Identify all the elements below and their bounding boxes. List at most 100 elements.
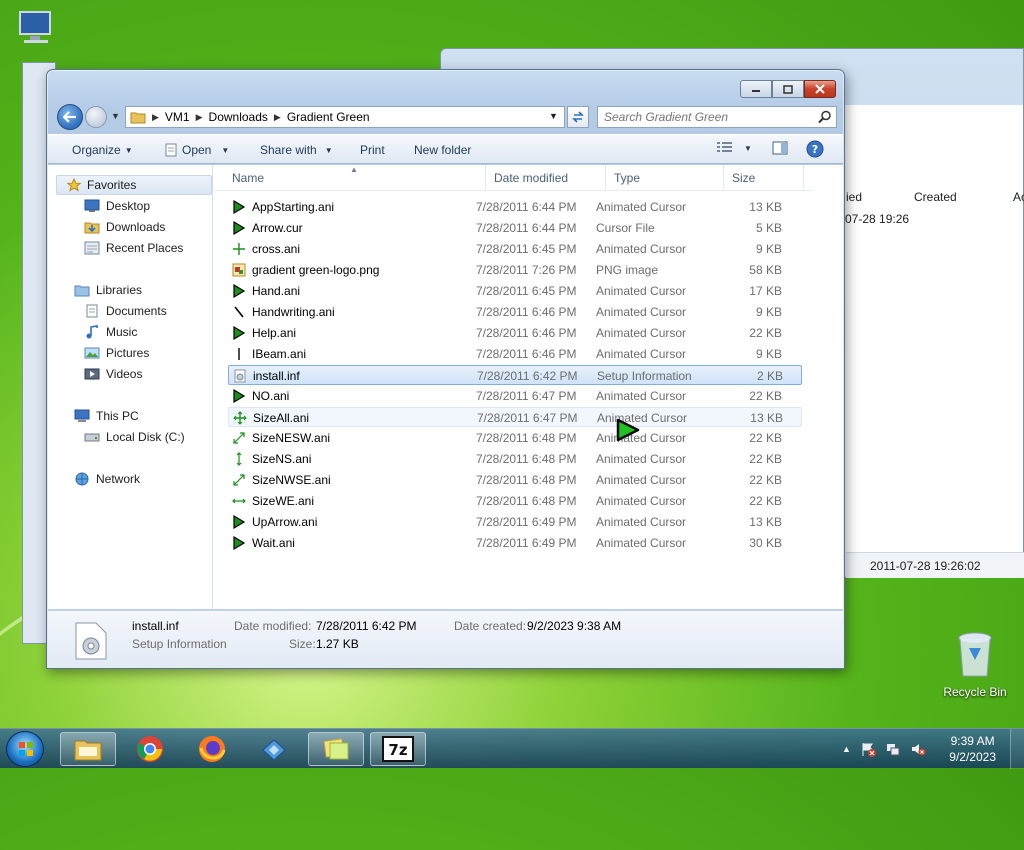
nav-music-label: Music	[106, 325, 138, 339]
clock[interactable]: 9:39 AM 9/2/2023	[949, 733, 996, 765]
file-name-cell: SizeNS.ani	[252, 452, 312, 466]
action-center-flag-icon[interactable]	[860, 741, 876, 757]
table-row[interactable]: Wait.ani 7/28/2011 6:49 PM Animated Cursor…	[228, 533, 802, 553]
recycle-bin[interactable]: Recycle Bin	[940, 630, 1010, 699]
nav-recent-places[interactable]: Recent Places	[84, 238, 183, 258]
table-row[interactable]: AppStarting.ani 7/28/2011 6:44 PM Animated…	[228, 197, 802, 217]
breadcrumb-vm1[interactable]: VM1	[165, 110, 190, 124]
table-row[interactable]: SizeAll.ani 7/28/2011 6:47 PM Animated Cur…	[228, 407, 802, 427]
column-name[interactable]: Name	[224, 165, 486, 191]
table-row[interactable]: install.inf 7/28/2011 6:42 PM Setup Inform…	[228, 365, 802, 385]
details-modified-label: Date modified:	[234, 619, 312, 633]
explorer-window[interactable]: ▼ ▶ VM1 ▶ Downloads ▶ Gradient Green ▼ O…	[46, 69, 845, 669]
mouse-cursor-icon	[616, 418, 640, 442]
file-type-cell: Animated Cursor	[596, 536, 687, 550]
file-size-cell: 30 KB	[749, 536, 782, 550]
column-size[interactable]: Size	[724, 165, 804, 191]
network-status-icon[interactable]	[885, 741, 901, 757]
nav-network[interactable]: Network	[74, 469, 140, 489]
resize-diagonal-icon	[233, 432, 245, 444]
table-row[interactable]: SizeNWSE.ani 7/28/2011 6:48 PM Animated Cu…	[228, 470, 802, 490]
taskbar-sticky-notes[interactable]	[308, 732, 364, 766]
breadcrumb-downloads[interactable]: Downloads	[209, 110, 268, 124]
address-dropdown-icon[interactable]: ▼	[549, 111, 558, 121]
chevron-down-icon: ▼	[324, 145, 333, 155]
taskbar-7zip[interactable]: 7z	[370, 732, 426, 766]
navigation-pane[interactable]: Favorites Desktop Downloads Recent Place…	[48, 165, 213, 609]
help-button[interactable]: ?	[806, 140, 824, 158]
search-input[interactable]	[598, 107, 808, 127]
file-date-cell: 7/28/2011 6:45 PM	[476, 284, 577, 298]
file-list[interactable]: ▲ Name Date modified Type Size AppStarti…	[214, 165, 843, 609]
volume-muted-icon[interactable]	[910, 741, 926, 757]
table-row[interactable]: cross.ani 7/28/2011 6:45 PM Animated Curso…	[228, 239, 802, 259]
details-file-type: Setup Information	[132, 637, 227, 651]
taskbar-firefox[interactable]	[184, 732, 240, 766]
table-row[interactable]: Handwriting.ani 7/28/2011 6:46 PM Animated…	[228, 302, 802, 322]
file-date-cell: 7/28/2011 6:42 PM	[477, 369, 578, 383]
breadcrumb-gradient-green[interactable]: Gradient Green	[287, 110, 370, 124]
taskbar-file-explorer[interactable]	[60, 732, 116, 766]
nav-music[interactable]: Music	[84, 322, 137, 342]
open-button[interactable]: Open ▼	[164, 143, 229, 157]
file-size-cell: 2 KB	[756, 369, 783, 383]
column-type[interactable]: Type	[606, 165, 724, 191]
table-row[interactable]: Help.ani 7/28/2011 6:46 PM Animated Cursor…	[228, 323, 802, 343]
preview-pane-button[interactable]	[772, 141, 788, 155]
file-date-cell: 7/28/2011 6:46 PM	[476, 326, 577, 340]
nav-this-pc-label: This PC	[96, 409, 139, 423]
file-size-cell: 9 KB	[755, 347, 782, 361]
maximize-button[interactable]	[772, 80, 804, 98]
file-date-cell: 7/28/2011 6:45 PM	[476, 242, 577, 256]
table-row[interactable]: NO.ani 7/28/2011 6:47 PM Animated Cursor 22…	[228, 386, 802, 406]
table-row[interactable]: IBeam.ani 7/28/2011 6:46 PM Animated Curso…	[228, 344, 802, 364]
close-button[interactable]	[804, 80, 836, 98]
file-name-cell: UpArrow.ani	[252, 515, 318, 529]
table-row[interactable]: SizeNS.ani 7/28/2011 6:48 PM Animated Curs…	[228, 449, 802, 469]
file-date-cell: 7/28/2011 6:46 PM	[476, 347, 577, 361]
table-row[interactable]: Arrow.cur 7/28/2011 6:44 PM Cursor File 5 K…	[228, 218, 802, 238]
forward-button[interactable]	[85, 106, 107, 128]
organize-button[interactable]: Organize ▼	[72, 143, 133, 157]
nav-pictures[interactable]: Pictures	[84, 343, 149, 363]
window-content: Favorites Desktop Downloads Recent Place…	[48, 165, 843, 609]
nav-local-disk[interactable]: Local Disk (C:)	[84, 427, 185, 447]
file-type-cell: Animated Cursor	[597, 411, 688, 425]
show-desktop-button[interactable]	[1010, 729, 1024, 769]
clock-time: 9:39 AM	[950, 734, 995, 748]
table-row[interactable]: UpArrow.ani 7/28/2011 6:49 PM Animated Cur…	[228, 512, 802, 532]
print-button[interactable]: Print	[360, 143, 385, 157]
nav-pictures-label: Pictures	[106, 346, 150, 360]
search-box[interactable]	[597, 106, 837, 128]
breadcrumb-separator-icon: ▶	[273, 111, 281, 122]
table-row[interactable]: Hand.ani 7/28/2011 6:45 PM Animated Cursor…	[228, 281, 802, 301]
resize-diagonal-icon	[233, 474, 245, 486]
nav-favorites[interactable]: Favorites	[56, 175, 212, 195]
nav-desktop[interactable]: Desktop	[84, 196, 150, 216]
change-view-button[interactable]: ▼	[716, 141, 752, 155]
nav-downloads[interactable]: Downloads	[84, 217, 165, 237]
computer-desktop-icon[interactable]	[16, 10, 60, 46]
back-button[interactable]	[57, 104, 83, 130]
cursor-arrow-icon	[233, 389, 246, 403]
minimize-button[interactable]	[740, 80, 772, 98]
nav-videos[interactable]: Videos	[84, 364, 142, 384]
taskbar-installer[interactable]	[246, 732, 302, 766]
refresh-button[interactable]	[567, 106, 589, 128]
nav-this-pc[interactable]: This PC	[74, 406, 139, 426]
address-bar[interactable]: ▶ VM1 ▶ Downloads ▶ Gradient Green	[125, 106, 565, 128]
show-hidden-icons-icon[interactable]: ▲	[842, 744, 851, 754]
table-row[interactable]: SizeWE.ani 7/28/2011 6:48 PM Animated Curs…	[228, 491, 802, 511]
recent-pages-dropdown-icon[interactable]: ▼	[111, 111, 120, 121]
new-folder-button[interactable]: New folder	[414, 143, 471, 157]
windows-logo-icon	[19, 742, 33, 756]
taskbar-chrome[interactable]	[122, 732, 178, 766]
start-button[interactable]	[6, 731, 44, 767]
table-row[interactable]: SizeNESW.ani 7/28/2011 6:48 PM Animated Cu…	[228, 428, 802, 448]
column-date-modified[interactable]: Date modified	[486, 165, 606, 191]
share-with-button[interactable]: Share with ▼	[260, 143, 333, 157]
search-icon[interactable]	[818, 110, 832, 124]
nav-documents[interactable]: Documents	[84, 301, 167, 321]
table-row[interactable]: gradient green-logo.png 7/28/2011 7:26 PM…	[228, 260, 802, 280]
nav-libraries[interactable]: Libraries	[74, 280, 142, 300]
